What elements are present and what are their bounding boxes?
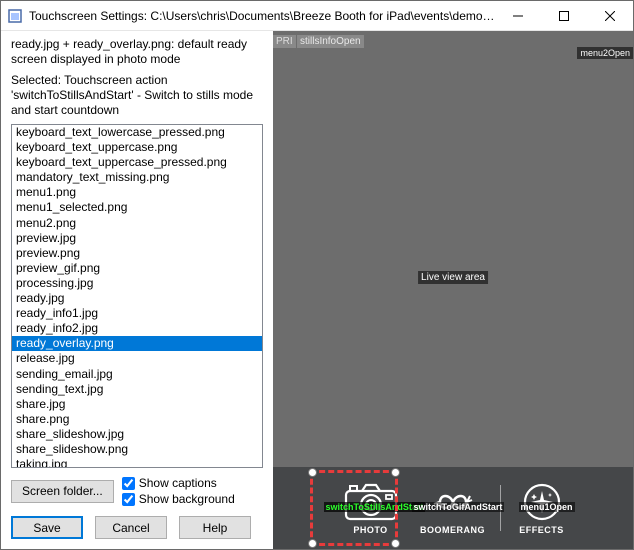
file-list-item[interactable]: mandatory_text_missing.png xyxy=(12,170,262,185)
minimize-button[interactable] xyxy=(495,1,541,30)
stills-info-open-tag[interactable]: stillsInfoOpen xyxy=(297,35,364,48)
file-list-item[interactable]: processing.jpg xyxy=(12,276,262,291)
cancel-button[interactable]: Cancel xyxy=(95,516,167,539)
file-listbox[interactable]: keyboard_text_lowercase_pressed.pngkeybo… xyxy=(11,124,263,468)
file-list-item[interactable]: preview.png xyxy=(12,246,262,261)
show-captions-input[interactable] xyxy=(122,477,135,490)
boomerang-label: BOOMERANG xyxy=(420,525,485,535)
controls-area: Screen folder... Show captions Show back… xyxy=(11,476,263,539)
file-list-item[interactable]: share_slideshow.jpg xyxy=(12,427,262,442)
maximize-button[interactable] xyxy=(541,1,587,30)
preview-area[interactable]: PRI stillsInfoOpen menu2Open Live view a… xyxy=(273,31,633,549)
file-list-item[interactable]: preview_gif.png xyxy=(12,261,262,276)
window-title: Touchscreen Settings: C:\Users\chris\Doc… xyxy=(29,9,495,23)
show-captions-label: Show captions xyxy=(139,476,217,490)
file-list-item[interactable]: share_slideshow.png xyxy=(12,442,262,457)
menu1-open-action-label: menu1Open xyxy=(519,502,575,512)
explanation-current-screen: ready.jpg + ready_overlay.png: default r… xyxy=(11,37,263,67)
file-list-item[interactable]: keyboard_text_uppercase.png xyxy=(12,140,262,155)
photo-label: PHOTO xyxy=(353,525,387,535)
photo-mode-button[interactable]: PHOTO switchToStillsAndStart xyxy=(330,472,412,544)
effects-mode-button[interactable]: EFFECTS menu1Open xyxy=(507,472,577,544)
file-list-item[interactable]: release.jpg xyxy=(12,351,262,366)
help-button[interactable]: Help xyxy=(179,516,251,539)
file-list-item[interactable]: keyboard_text_uppercase_pressed.png xyxy=(12,155,262,170)
file-list-item[interactable]: sending_text.jpg xyxy=(12,382,262,397)
file-list-item[interactable]: sending_email.jpg xyxy=(12,367,262,382)
dialog-buttons: Save Cancel Help xyxy=(11,516,263,539)
explanation-selected-action: Selected: Touchscreen action 'switchToSt… xyxy=(11,73,263,118)
file-list-item[interactable]: menu2.png xyxy=(12,216,262,231)
file-list-item[interactable]: ready.jpg xyxy=(12,291,262,306)
show-captions-checkbox[interactable]: Show captions xyxy=(122,476,263,490)
left-panel: ready.jpg + ready_overlay.png: default r… xyxy=(1,31,273,549)
file-list-item[interactable]: taking.jpg xyxy=(12,457,262,468)
screen-folder-button[interactable]: Screen folder... xyxy=(11,480,114,503)
file-list-item[interactable]: menu1.png xyxy=(12,185,262,200)
file-list-item[interactable]: preview.jpg xyxy=(12,231,262,246)
titlebar: Touchscreen Settings: C:\Users\chris\Doc… xyxy=(1,1,633,31)
effects-label: EFFECTS xyxy=(519,525,564,535)
file-list-item[interactable]: ready_overlay.png xyxy=(12,336,262,351)
settings-window: Touchscreen Settings: C:\Users\chris\Doc… xyxy=(0,0,634,550)
show-background-input[interactable] xyxy=(122,493,135,506)
show-background-label: Show background xyxy=(139,492,235,506)
boomerang-mode-button[interactable]: BOOMERANG switchToGifAndStart xyxy=(412,472,494,544)
switch-to-stills-action-label: switchToStillsAndStart xyxy=(324,502,426,512)
file-list-item[interactable]: menu1_selected.png xyxy=(12,200,262,215)
file-list-item[interactable]: share.png xyxy=(12,412,262,427)
app-icon xyxy=(7,8,23,24)
file-list-item[interactable]: ready_info2.jpg xyxy=(12,321,262,336)
mode-bar: PHOTO switchToStillsAndStart BOOMERANG s… xyxy=(273,467,633,549)
show-background-checkbox[interactable]: Show background xyxy=(122,492,263,506)
file-list-item[interactable]: ready_info1.jpg xyxy=(12,306,262,321)
close-button[interactable] xyxy=(587,1,633,30)
window-buttons xyxy=(495,1,633,30)
menu2-open-tag[interactable]: menu2Open xyxy=(577,47,633,59)
live-view-area-label: Live view area xyxy=(418,271,488,284)
pri-tag: PRI xyxy=(273,35,296,48)
file-list-item[interactable]: keyboard_text_lowercase_pressed.png xyxy=(12,125,262,140)
file-list-item[interactable]: share.jpg xyxy=(12,397,262,412)
window-body: ready.jpg + ready_overlay.png: default r… xyxy=(1,31,633,549)
switch-to-gif-action-label: switchToGifAndStart xyxy=(412,502,505,512)
save-button[interactable]: Save xyxy=(11,516,83,539)
